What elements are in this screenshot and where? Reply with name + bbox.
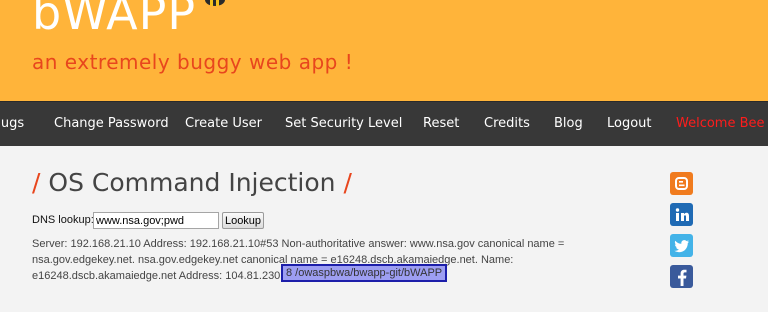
dns-lookup-input[interactable] <box>93 212 219 229</box>
linkedin-glyph <box>675 207 689 221</box>
main-menu: Bugs Change Password Create User Set Sec… <box>0 101 768 146</box>
blogger-glyph <box>675 177 688 190</box>
tagline: an extremely buggy web app ! <box>32 50 354 74</box>
title-slash-left: / <box>32 168 41 197</box>
facebook-glyph <box>677 269 686 286</box>
twitter-icon[interactable] <box>670 234 693 257</box>
dns-lookup-label: DNS lookup: <box>32 214 94 226</box>
menu-item-reset[interactable]: Reset <box>423 116 459 131</box>
menu-item-change-password[interactable]: Change Password <box>54 116 169 131</box>
menu-item-create-user[interactable]: Create User <box>185 116 262 131</box>
bee-icon <box>205 0 225 6</box>
menu-item-set-security-level[interactable]: Set Security Level <box>285 116 402 131</box>
menu-item-bugs[interactable]: Bugs <box>0 116 24 131</box>
menu-item-credits[interactable]: Credits <box>484 116 530 131</box>
command-output-line: e16248.dscb.akamaiedge.net Address: 104.… <box>32 270 296 282</box>
twitter-glyph <box>673 239 689 252</box>
selected-output-text[interactable]: 8 /owaspbwa/bwapp-git/bWAPP <box>281 264 447 282</box>
page-title: / OS Command Injection / <box>32 168 352 197</box>
header-banner: bWAPP an extremely buggy web app ! <box>0 0 768 101</box>
page-title-text: OS Command Injection <box>48 168 336 197</box>
blogger-icon[interactable] <box>670 172 693 195</box>
facebook-icon[interactable] <box>670 265 693 288</box>
linkedin-icon[interactable] <box>670 203 693 226</box>
bwapp-logo: bWAPP <box>32 0 197 40</box>
menu-item-logout[interactable]: Logout <box>607 116 652 131</box>
main-content: / OS Command Injection / DNS lookup: Loo… <box>0 146 768 312</box>
menu-item-welcome[interactable]: Welcome Bee <box>676 116 765 131</box>
lookup-button[interactable]: Lookup <box>222 212 264 229</box>
command-output-line: Server: 192.168.21.10 Address: 192.168.2… <box>32 238 565 250</box>
title-slash-right: / <box>343 168 352 197</box>
menu-item-blog[interactable]: Blog <box>554 116 583 131</box>
